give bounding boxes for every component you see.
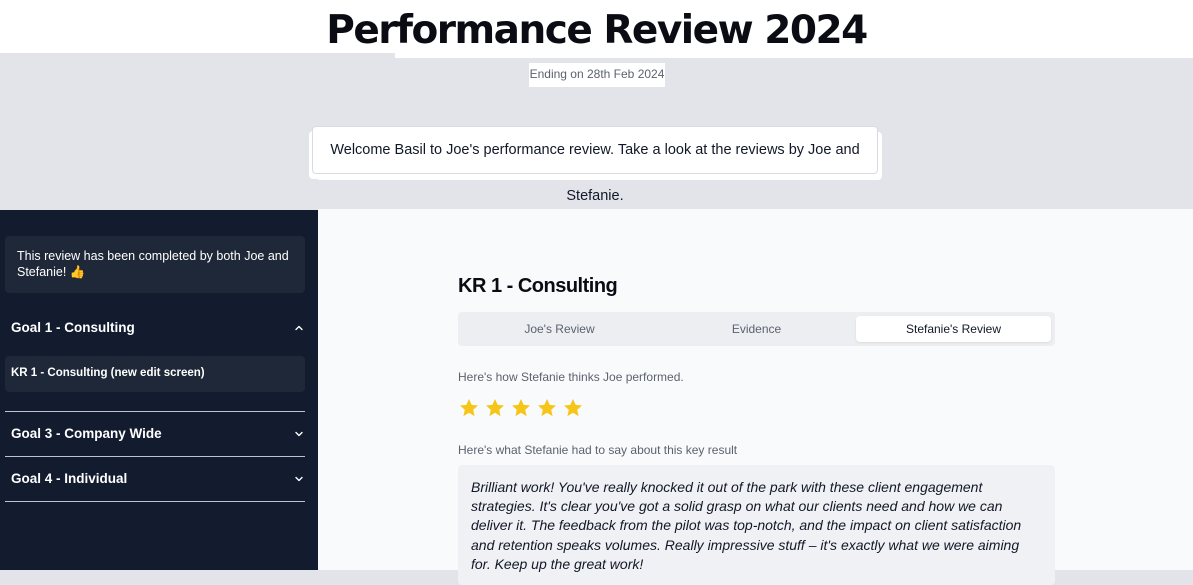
page-title: Performance Review 2024 xyxy=(326,8,868,53)
chevron-up-icon xyxy=(295,325,303,331)
kr-item-kr-1-consulting[interactable]: KR 1 - Consulting (new edit screen) xyxy=(5,356,305,392)
divider xyxy=(5,456,305,457)
goal-item-goal-4[interactable]: Goal 4 - Individual xyxy=(11,471,305,491)
divider xyxy=(5,411,305,412)
review-panel: KR 1 - Consulting Joe's Review Evidence … xyxy=(318,209,1193,585)
star-icon xyxy=(564,399,582,417)
goals-sidebar: This review has been completed by both J… xyxy=(0,210,318,570)
divider xyxy=(5,501,305,502)
goal-label: Goal 4 - Individual xyxy=(11,471,128,486)
star-icon xyxy=(512,399,530,417)
star-icon xyxy=(538,399,556,417)
rating-label: Here's how Stefanie thinks Joe performed… xyxy=(458,370,684,384)
star-rating xyxy=(458,397,584,419)
tab-stefanies-review[interactable]: Stefanie's Review xyxy=(856,316,1051,342)
comment-label: Here's what Stefanie had to say about th… xyxy=(458,443,738,457)
goal-label: Goal 3 - Company Wide xyxy=(11,426,162,441)
key-result-title: KR 1 - Consulting xyxy=(458,275,618,297)
star-icon xyxy=(460,399,478,417)
goal-label: Goal 1 - Consulting xyxy=(11,320,135,335)
review-deadline: Ending on 28th Feb 2024 xyxy=(529,63,665,87)
goal-item-goal-1[interactable]: Goal 1 - Consulting xyxy=(11,320,305,340)
review-tabs: Joe's Review Evidence Stefanie's Review xyxy=(458,312,1055,346)
tab-joes-review[interactable]: Joe's Review xyxy=(462,316,657,342)
review-comment: Brilliant work! You've really knocked it… xyxy=(458,465,1055,585)
welcome-message: Welcome Basil to Joe's performance revie… xyxy=(312,126,878,204)
goal-item-goal-3[interactable]: Goal 3 - Company Wide xyxy=(11,426,305,446)
tab-evidence[interactable]: Evidence xyxy=(659,316,854,342)
chevron-down-icon xyxy=(295,476,303,482)
star-icon xyxy=(486,399,504,417)
chevron-down-icon xyxy=(295,431,303,437)
completion-notice: This review has been completed by both J… xyxy=(5,236,305,293)
